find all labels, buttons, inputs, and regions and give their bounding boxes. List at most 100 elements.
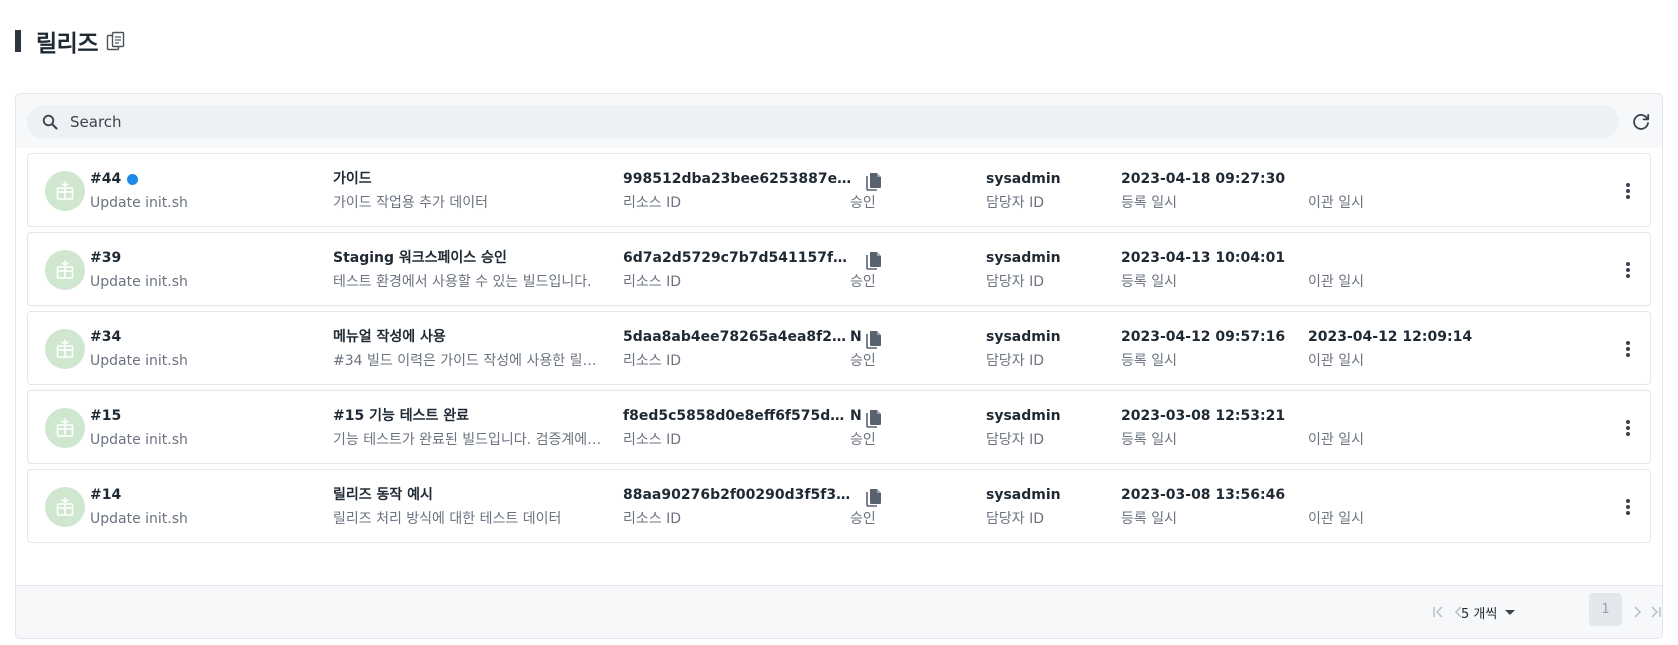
more-vertical-icon[interactable] <box>1618 416 1638 440</box>
approval-label: 승인 <box>850 432 876 448</box>
owner-label: 담당자 ID <box>986 353 1044 369</box>
release-list: #44 Update init.sh 가이드 가이드 작업용 추가 데이터 99… <box>16 148 1662 585</box>
release-description: 기능 테스트가 완료된 빌드입니다. 검증계에서 … <box>333 432 603 448</box>
resource-id-label: 리소스 ID <box>623 353 681 369</box>
registered-at-value: 2023-04-12 09:57:16 <box>1121 329 1286 345</box>
commit-message: Update init.sh <box>90 353 188 369</box>
package-icon <box>45 329 85 369</box>
migrated-at-label: 이관 일시 <box>1308 195 1364 211</box>
copy-icon[interactable] <box>863 250 885 272</box>
refresh-icon[interactable] <box>1629 110 1653 134</box>
release-name: 메뉴얼 작성에 사용 <box>333 329 446 345</box>
resource-id-value: 6d7a2d5729c7b7d541157f… <box>623 250 848 266</box>
resource-id-label: 리소스 ID <box>623 195 681 211</box>
registered-at-label: 등록 일시 <box>1121 432 1177 448</box>
copy-icon[interactable] <box>863 171 885 193</box>
registered-at-value: 2023-03-08 13:56:46 <box>1121 487 1286 503</box>
resource-id-value: 998512dba23bee6253887e… <box>623 171 852 187</box>
resource-id-label: 리소스 ID <box>623 511 681 527</box>
more-vertical-icon[interactable] <box>1618 179 1638 203</box>
first-page-icon[interactable] <box>1430 602 1448 622</box>
owner-label: 담당자 ID <box>986 274 1044 290</box>
registered-at-value: 2023-03-08 12:53:21 <box>1121 408 1286 424</box>
commit-message: Update init.sh <box>90 274 188 290</box>
migrated-at-value: 2023-04-12 12:09:14 <box>1308 329 1473 345</box>
owner-value: sysadmin <box>986 487 1061 503</box>
release-number-cell: #39 <box>90 249 290 267</box>
release-row[interactable]: #44 Update init.sh 가이드 가이드 작업용 추가 데이터 99… <box>27 153 1651 227</box>
release-name: #15 기능 테스트 완료 <box>333 408 469 424</box>
copy-icon[interactable] <box>106 31 127 52</box>
owner-value: sysadmin <box>986 408 1061 424</box>
release-description: 가이드 작업용 추가 데이터 <box>333 195 489 211</box>
release-number: #44 <box>90 171 122 187</box>
package-icon <box>45 487 85 527</box>
release-row[interactable]: #34 Update init.sh 메뉴얼 작성에 사용 #34 빌드 이력은… <box>27 311 1651 385</box>
registered-at-value: 2023-04-18 09:27:30 <box>1121 171 1286 187</box>
search-box[interactable] <box>27 105 1619 139</box>
pagination-bar: 5 개씩 1 <box>16 585 1662 639</box>
package-icon <box>45 408 85 448</box>
release-row[interactable]: #39 Update init.sh Staging 워크스페이스 승인 테스트… <box>27 232 1651 306</box>
search-input[interactable] <box>70 113 1470 131</box>
release-number: #34 <box>90 329 122 345</box>
owner-label: 담당자 ID <box>986 432 1044 448</box>
copy-icon[interactable] <box>863 487 885 509</box>
release-name: Staging 워크스페이스 승인 <box>333 250 507 266</box>
migrated-at-label: 이관 일시 <box>1308 432 1364 448</box>
approval-value: N <box>850 408 862 424</box>
release-number-cell: #34 <box>90 328 290 346</box>
release-name: 릴리즈 동작 예시 <box>333 487 433 503</box>
approval-value: N <box>850 329 862 345</box>
resource-id-value: 88aa90276b2f00290d3f5f3… <box>623 487 851 503</box>
registered-at-label: 등록 일시 <box>1121 274 1177 290</box>
release-number: #14 <box>90 487 122 503</box>
release-number-cell: #44 <box>90 170 290 188</box>
new-indicator-dot <box>127 173 139 185</box>
page-header: 릴리즈 <box>15 26 127 57</box>
next-page-icon[interactable] <box>1628 602 1646 622</box>
release-name: 가이드 <box>333 171 372 187</box>
resource-id-label: 리소스 ID <box>623 432 681 448</box>
package-icon <box>45 171 85 211</box>
approval-label: 승인 <box>850 195 876 211</box>
previous-page-icon[interactable] <box>1450 602 1468 622</box>
release-number: #39 <box>90 250 122 266</box>
migrated-at-label: 이관 일시 <box>1308 511 1364 527</box>
owner-value: sysadmin <box>986 329 1061 345</box>
owner-value: sysadmin <box>986 250 1061 266</box>
commit-message: Update init.sh <box>90 511 188 527</box>
page-size-select[interactable]: 5 개씩 <box>1461 602 1516 622</box>
approval-label: 승인 <box>850 353 876 369</box>
resource-id-value: 5daa8ab4ee78265a4ea8f2… <box>623 329 847 345</box>
release-description: 테스트 환경에서 사용할 수 있는 빌드입니다. <box>333 274 592 290</box>
more-vertical-icon[interactable] <box>1618 495 1638 519</box>
release-description: 릴리즈 처리 방식에 대한 테스트 데이터 <box>333 511 562 527</box>
more-vertical-icon[interactable] <box>1618 258 1638 282</box>
release-number-cell: #14 <box>90 486 290 504</box>
last-page-icon[interactable] <box>1646 602 1664 622</box>
more-vertical-icon[interactable] <box>1618 337 1638 361</box>
owner-label: 담당자 ID <box>986 195 1044 211</box>
page-title: 릴리즈 <box>36 31 98 57</box>
registered-at-label: 등록 일시 <box>1121 353 1177 369</box>
migrated-at-label: 이관 일시 <box>1308 274 1364 290</box>
current-page-button[interactable]: 1 <box>1589 593 1622 626</box>
release-number: #15 <box>90 408 122 424</box>
title-accent-bar <box>15 30 21 52</box>
registered-at-label: 등록 일시 <box>1121 511 1177 527</box>
owner-label: 담당자 ID <box>986 511 1044 527</box>
search-icon <box>42 114 58 130</box>
resource-id-value: f8ed5c5858d0e8eff6f575d… <box>623 408 845 424</box>
release-row[interactable]: #15 Update init.sh #15 기능 테스트 완료 기능 테스트가… <box>27 390 1651 464</box>
resource-id-label: 리소스 ID <box>623 274 681 290</box>
approval-label: 승인 <box>850 274 876 290</box>
registered-at-value: 2023-04-13 10:04:01 <box>1121 250 1286 266</box>
search-row <box>27 105 1653 139</box>
owner-value: sysadmin <box>986 171 1061 187</box>
commit-message: Update init.sh <box>90 432 188 448</box>
release-description: #34 빌드 이력은 가이드 작성에 사용한 릴리즈입… <box>333 353 603 369</box>
commit-message: Update init.sh <box>90 195 188 211</box>
chevron-down-icon <box>1505 609 1516 615</box>
release-row[interactable]: #14 Update init.sh 릴리즈 동작 예시 릴리즈 처리 방식에 … <box>27 469 1651 543</box>
